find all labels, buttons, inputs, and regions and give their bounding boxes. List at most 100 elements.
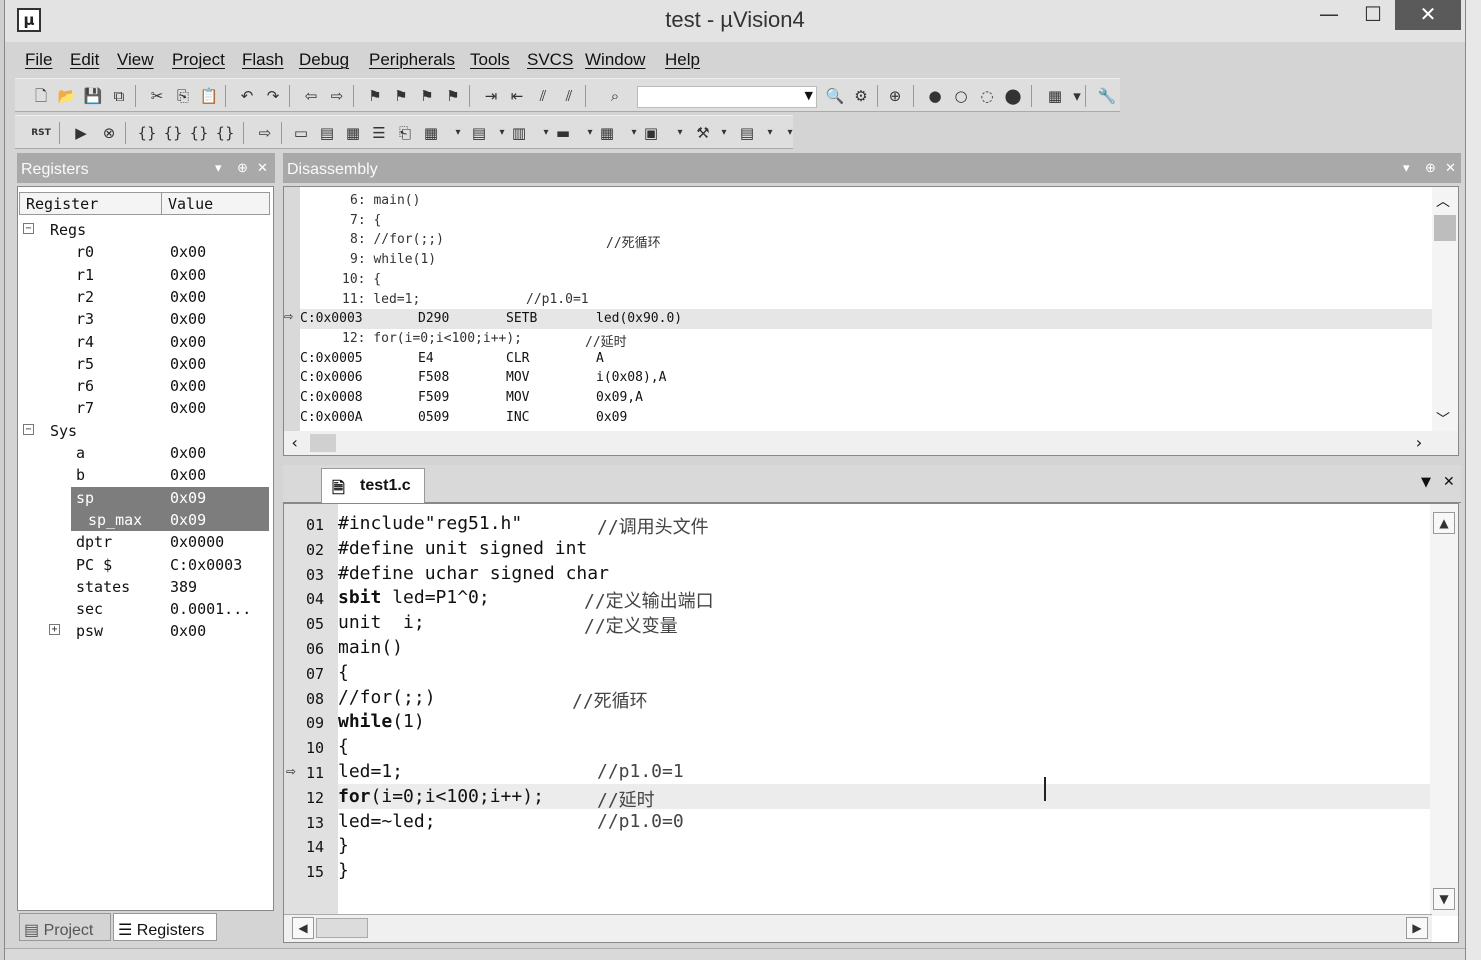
code-line[interactable]: unit i;//定义变量 bbox=[338, 610, 1431, 637]
source-line-row[interactable]: 6: main() bbox=[300, 191, 1432, 211]
register-row[interactable]: r2 0x00 bbox=[18, 286, 273, 308]
scroll-left-icon[interactable]: ‹ bbox=[290, 433, 300, 452]
code-line[interactable]: #include"reg51.h"//调用头文件 bbox=[338, 511, 1431, 538]
asm-row[interactable]: C:0x0006 F508 MOV i(0x08),A bbox=[300, 368, 1432, 388]
menu-project[interactable]: Project bbox=[172, 50, 225, 70]
indent-icon[interactable]: ⇥ bbox=[481, 86, 501, 106]
collapse-icon[interactable]: − bbox=[23, 423, 34, 435]
tab-test1-c[interactable]: 🗎 test1.c bbox=[321, 468, 425, 503]
redo-icon[interactable]: ↷ bbox=[263, 86, 283, 106]
stop-icon[interactable]: ⊗ bbox=[99, 123, 119, 143]
source-line-row[interactable]: 9: while(1) bbox=[300, 250, 1432, 270]
menu-help[interactable]: Help bbox=[665, 50, 700, 70]
find-in-files-icon[interactable]: ⌕ bbox=[605, 86, 625, 106]
asm-row[interactable]: C:0x000A 0509 INC 0x09 bbox=[300, 408, 1432, 428]
save-all-icon[interactable]: ⧉ bbox=[109, 86, 129, 106]
register-row[interactable]: dptr 0x0000 bbox=[18, 531, 273, 553]
code-line[interactable]: #define unit signed int bbox=[338, 536, 1431, 561]
asm-row[interactable]: C:0x0005 E4 CLR A bbox=[300, 349, 1432, 369]
register-row[interactable]: b 0x00 bbox=[18, 464, 273, 486]
chevron-down-icon[interactable]: ▾ bbox=[585, 123, 595, 143]
prev-bookmark-icon[interactable]: ⚑ bbox=[391, 86, 411, 106]
code-line[interactable]: } bbox=[338, 858, 1431, 883]
scroll-right-icon[interactable]: ▶ bbox=[1406, 917, 1428, 939]
pin-icon[interactable]: ⊕ bbox=[237, 160, 248, 176]
chevron-down-icon[interactable]: ▾ bbox=[765, 123, 775, 143]
serial-window-icon[interactable]: ▥ bbox=[509, 123, 529, 143]
incremental-find-icon[interactable]: ⚙ bbox=[851, 86, 871, 106]
chevron-down-icon[interactable]: ▾ bbox=[541, 123, 551, 143]
register-group-row[interactable]: − Sys bbox=[18, 420, 273, 442]
unindent-icon[interactable]: ⇤ bbox=[507, 86, 527, 106]
code-line[interactable]: } bbox=[338, 833, 1431, 858]
close-icon[interactable]: ✕ bbox=[1443, 474, 1455, 490]
column-register[interactable]: Register bbox=[20, 193, 162, 214]
symbols-window-icon[interactable]: ▦ bbox=[343, 123, 363, 143]
paste-icon[interactable]: 📋 bbox=[199, 86, 219, 106]
register-row[interactable]: r3 0x00 bbox=[18, 308, 273, 330]
scroll-down-icon[interactable]: ▼ bbox=[1433, 888, 1455, 910]
register-row[interactable]: r7 0x00 bbox=[18, 397, 273, 419]
register-row[interactable]: sp_max 0x09 bbox=[71, 508, 269, 531]
code-line[interactable]: //for(;;)//死循环 bbox=[338, 685, 1431, 712]
breakpoint-icon[interactable]: ● bbox=[925, 86, 945, 106]
save-icon[interactable]: 💾 bbox=[83, 86, 103, 106]
menu-debug[interactable]: Debug bbox=[299, 50, 349, 70]
disassembly-window-icon[interactable]: ▤ bbox=[317, 123, 337, 143]
scroll-thumb[interactable] bbox=[1434, 215, 1456, 241]
panel-menu-icon[interactable]: ▾ bbox=[1403, 160, 1410, 176]
find-icon[interactable]: 🔍 bbox=[825, 86, 845, 106]
code-editor[interactable]: 01 02 03 04 05 06 07 08 09 10 11 12 13 14 15 ⇨ #include… bbox=[283, 503, 1459, 943]
registers-window-icon[interactable]: ☰ bbox=[369, 123, 389, 143]
register-row[interactable]: states 389 bbox=[18, 576, 273, 598]
close-icon[interactable]: ✕ bbox=[1445, 160, 1456, 176]
collapse-icon[interactable]: − bbox=[23, 223, 34, 234]
editor-horizontal-scrollbar[interactable]: ◀ ▶ bbox=[284, 914, 1432, 942]
source-line-row[interactable]: 7: { bbox=[300, 211, 1432, 231]
debug-restore-icon[interactable]: ▤ bbox=[737, 123, 757, 143]
disassembly-horizontal-scrollbar[interactable]: ‹ › bbox=[284, 431, 1458, 455]
register-row[interactable]: r5 0x00 bbox=[18, 353, 273, 375]
kill-breakpoints-icon[interactable]: ◌ bbox=[977, 86, 997, 106]
window-layout-icon[interactable]: ▦ bbox=[1045, 86, 1065, 106]
undo-icon[interactable]: ↶ bbox=[237, 86, 257, 106]
reset-icon[interactable]: RST bbox=[31, 123, 51, 143]
new-file-icon[interactable]: 🗋 bbox=[31, 86, 51, 106]
bookmark-icon[interactable]: ⚑ bbox=[365, 86, 385, 106]
register-row[interactable]: sp 0x09 bbox=[71, 486, 269, 509]
close-button[interactable]: ✕ bbox=[1395, 0, 1461, 30]
close-icon[interactable]: ✕ bbox=[257, 160, 268, 176]
code-line[interactable]: main() bbox=[338, 635, 1431, 660]
configure-icon[interactable]: 🔧 bbox=[1097, 86, 1117, 106]
register-row[interactable]: r4 0x00 bbox=[18, 331, 273, 353]
menu-view[interactable]: View bbox=[117, 50, 154, 70]
scroll-thumb[interactable] bbox=[316, 918, 368, 938]
register-row[interactable]: PC $ C:0x0003 bbox=[18, 554, 273, 576]
code-line[interactable]: #define uchar signed char bbox=[338, 561, 1431, 586]
step-out-icon[interactable]: {} bbox=[189, 123, 209, 143]
chevron-down-icon[interactable]: ▾ bbox=[675, 123, 685, 143]
menu-window[interactable]: Window bbox=[585, 50, 645, 70]
disable-breakpoint-icon[interactable]: ○ bbox=[951, 86, 971, 106]
asm-row[interactable]: C:0x0008 F509 MOV 0x09,A bbox=[300, 388, 1432, 408]
command-window-icon[interactable]: ▭ bbox=[291, 123, 311, 143]
menu-svcs[interactable]: SVCS bbox=[527, 50, 573, 70]
scroll-right-icon[interactable]: › bbox=[1414, 433, 1424, 452]
menu-tools[interactable]: Tools bbox=[470, 50, 510, 70]
scroll-up-icon[interactable]: ︿ bbox=[1436, 191, 1450, 211]
trace-window-icon[interactable]: ▦ bbox=[597, 123, 617, 143]
comment-icon[interactable]: ⫽ bbox=[533, 86, 553, 106]
menu-edit[interactable]: Edit bbox=[70, 50, 99, 70]
memory-window-icon[interactable]: ▤ bbox=[469, 123, 489, 143]
register-row[interactable]: r6 0x00 bbox=[18, 375, 273, 397]
chevron-down-icon[interactable]: ▼ bbox=[805, 89, 813, 102]
source-line-row[interactable]: 11: led=1; //p1.0=1 bbox=[300, 290, 1432, 310]
tab-project[interactable]: ▤ Project bbox=[19, 913, 111, 941]
column-value[interactable]: Value bbox=[162, 193, 270, 214]
minimize-button[interactable]: — bbox=[1307, 0, 1351, 30]
run-icon[interactable]: ▶ bbox=[71, 123, 91, 143]
chevron-down-icon[interactable]: ▾ bbox=[453, 123, 463, 143]
find-combo[interactable]: ▼ bbox=[637, 86, 817, 108]
breakpoints-icon[interactable]: ⬤ bbox=[1003, 86, 1023, 106]
source-line-row[interactable]: 8: //for(;;) //死循环 bbox=[300, 230, 1432, 251]
